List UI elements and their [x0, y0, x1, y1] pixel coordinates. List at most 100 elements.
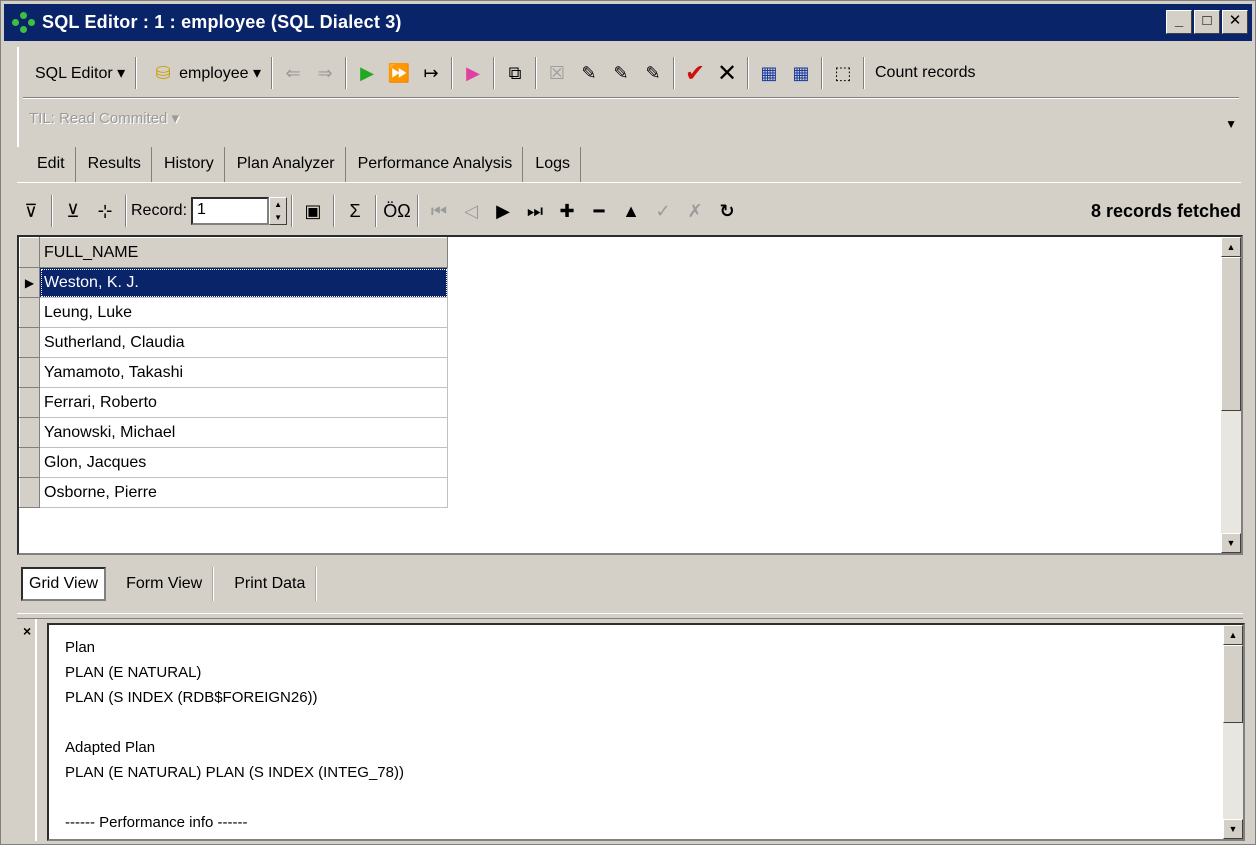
tab-plan-analyzer[interactable]: Plan Analyzer: [225, 147, 346, 183]
cell-full-name[interactable]: Osborne, Pierre: [39, 477, 448, 508]
plan-line: [65, 710, 404, 735]
cube-icon[interactable]: ▣: [297, 201, 329, 222]
table-row[interactable]: Osborne, Pierre: [19, 477, 448, 508]
options-icon[interactable]: ⬚: [829, 59, 857, 87]
table-row[interactable]: ▶ Weston, K. J.: [19, 267, 448, 298]
table-row[interactable]: Glon, Jacques: [19, 447, 448, 478]
title-bar[interactable]: SQL Editor : 1 : employee (SQL Dialect 3…: [4, 4, 1252, 41]
scroll-down-button[interactable]: ▼: [1221, 533, 1241, 553]
cell-full-name[interactable]: Leung, Luke: [39, 297, 448, 328]
row-indicator[interactable]: [19, 387, 40, 418]
clear-icon[interactable]: ☒: [543, 59, 571, 87]
tab-performance-analysis[interactable]: Performance Analysis: [346, 147, 524, 183]
close-button[interactable]: ✕: [1222, 10, 1248, 34]
tab-results[interactable]: Results: [75, 147, 152, 183]
cell-full-name[interactable]: Glon, Jacques: [39, 447, 448, 478]
row-indicator[interactable]: [19, 417, 40, 448]
til-menu[interactable]: TIL: Read Commited ▾: [29, 109, 179, 127]
next-query-icon[interactable]: ⇒: [311, 59, 339, 87]
cell-full-name[interactable]: Yamamoto, Takashi: [39, 357, 448, 388]
commit-icon[interactable]: ✔: [681, 59, 709, 87]
run-step-icon[interactable]: ↦: [417, 59, 445, 87]
column-header-full-name[interactable]: FULL_NAME: [39, 237, 448, 268]
prior-record-icon[interactable]: ◁: [455, 201, 487, 222]
scroll-up-button[interactable]: ▲: [1221, 237, 1241, 257]
toolbar-separator: [333, 195, 336, 227]
results-grid[interactable]: FULL_NAME ▶ Weston, K. J. Leung, Luke Suthe…: [17, 235, 1243, 555]
run-all-icon[interactable]: ⏩: [385, 59, 413, 87]
tab-edit[interactable]: Edit: [25, 147, 76, 183]
cell-full-name[interactable]: Ferrari, Roberto: [39, 387, 448, 418]
toolbar-separator: [417, 195, 420, 227]
grid-vertical-scrollbar[interactable]: ▲ ▼: [1221, 237, 1241, 553]
rollback-icon[interactable]: ✕: [713, 59, 741, 87]
close-plan-icon[interactable]: ×: [23, 623, 31, 639]
grid-export-icon[interactable]: ▦: [755, 59, 783, 87]
cancel-edit-icon[interactable]: ✗: [679, 201, 711, 222]
window-title: SQL Editor : 1 : employee (SQL Dialect 3…: [42, 12, 402, 32]
print-data-tab[interactable]: Print Data: [224, 567, 318, 601]
toolbar-chevron-icon[interactable]: ▼: [1225, 117, 1237, 131]
toolbar-separator: [271, 57, 273, 89]
charset-icon[interactable]: ÖΩ: [381, 201, 413, 222]
grid-view-tab[interactable]: Grid View: [21, 567, 107, 601]
grid-table: FULL_NAME ▶ Weston, K. J. Leung, Luke Suthe…: [19, 237, 448, 508]
row-indicator[interactable]: [19, 297, 40, 328]
table-row[interactable]: Yamamoto, Takashi: [19, 357, 448, 388]
row-indicator[interactable]: [19, 447, 40, 478]
delete-record-icon[interactable]: ━: [583, 201, 615, 222]
maximize-button[interactable]: □: [1194, 10, 1220, 34]
scroll-down-button[interactable]: ▼: [1223, 819, 1243, 839]
run-icon[interactable]: ▶: [353, 59, 381, 87]
debug-icon[interactable]: ▶: [459, 59, 487, 87]
form-view-tab[interactable]: Form View: [116, 567, 215, 601]
count-records-button[interactable]: Count records: [869, 57, 982, 89]
paste-query-icon[interactable]: ✎: [607, 59, 635, 87]
database-menu[interactable]: ⛁ employee ▾: [141, 57, 267, 89]
row-indicator[interactable]: [19, 327, 40, 358]
copy-icon[interactable]: ⧉: [501, 59, 529, 87]
toolbar-separator: [535, 57, 537, 89]
plan-output[interactable]: Plan PLAN (E NATURAL) PLAN (S INDEX (RDB$F…: [47, 623, 1245, 841]
table-row[interactable]: Sutherland, Claudia: [19, 327, 448, 358]
plan-line: ------ Performance info ------: [65, 814, 248, 831]
filter-icon[interactable]: ⊽: [15, 201, 47, 222]
scroll-thumb[interactable]: [1223, 645, 1243, 723]
post-edit-icon[interactable]: ✓: [647, 201, 679, 222]
filter-add-icon[interactable]: ⊹: [89, 201, 121, 222]
row-indicator[interactable]: [19, 477, 40, 508]
edit-record-icon[interactable]: ▲: [615, 201, 647, 222]
record-spinner[interactable]: ▲ ▼: [269, 197, 288, 225]
plan-line: PLAN (E NATURAL) PLAN (S INDEX (INTEG_78…: [65, 764, 404, 781]
tab-history[interactable]: History: [152, 147, 225, 183]
plan-vertical-scrollbar[interactable]: ▲ ▼: [1223, 625, 1243, 839]
table-row[interactable]: Ferrari, Roberto: [19, 387, 448, 418]
scroll-up-button[interactable]: ▲: [1223, 625, 1243, 645]
cell-full-name[interactable]: Sutherland, Claudia: [39, 327, 448, 358]
sigma-icon[interactable]: Σ: [339, 201, 371, 222]
first-record-icon[interactable]: ⏮: [423, 201, 455, 222]
table-row[interactable]: Leung, Luke: [19, 297, 448, 328]
sql-editor-menu[interactable]: SQL Editor ▾: [29, 57, 131, 89]
next-record-icon[interactable]: ▶: [487, 201, 519, 222]
refresh-icon[interactable]: ↻: [711, 201, 743, 222]
plan-panel: Plan PLAN (E NATURAL) PLAN (S INDEX (RDB$F…: [35, 619, 1245, 841]
plan-line: Adapted Plan: [65, 739, 156, 756]
prev-query-icon[interactable]: ⇐: [279, 59, 307, 87]
cell-full-name[interactable]: Weston, K. J.: [39, 267, 448, 298]
new-query-icon[interactable]: ✎: [575, 59, 603, 87]
tab-logs[interactable]: Logs: [523, 147, 581, 183]
scroll-thumb[interactable]: [1221, 257, 1241, 411]
grid-print-icon[interactable]: ▦: [787, 59, 815, 87]
paste-all-icon[interactable]: ✎: [639, 59, 667, 87]
record-input[interactable]: 1: [191, 197, 270, 225]
cell-full-name[interactable]: Yanowski, Michael: [39, 417, 448, 448]
table-row[interactable]: Yanowski, Michael: [19, 417, 448, 448]
minimize-button[interactable]: _: [1166, 10, 1192, 34]
insert-record-icon[interactable]: ✚: [551, 201, 583, 222]
last-record-icon[interactable]: ⏭: [519, 201, 551, 222]
row-indicator[interactable]: [19, 357, 40, 388]
row-indicator[interactable]: ▶: [19, 267, 40, 298]
toolbar-divider: [23, 97, 1239, 99]
filter-grid-icon[interactable]: ⊻: [57, 201, 89, 222]
